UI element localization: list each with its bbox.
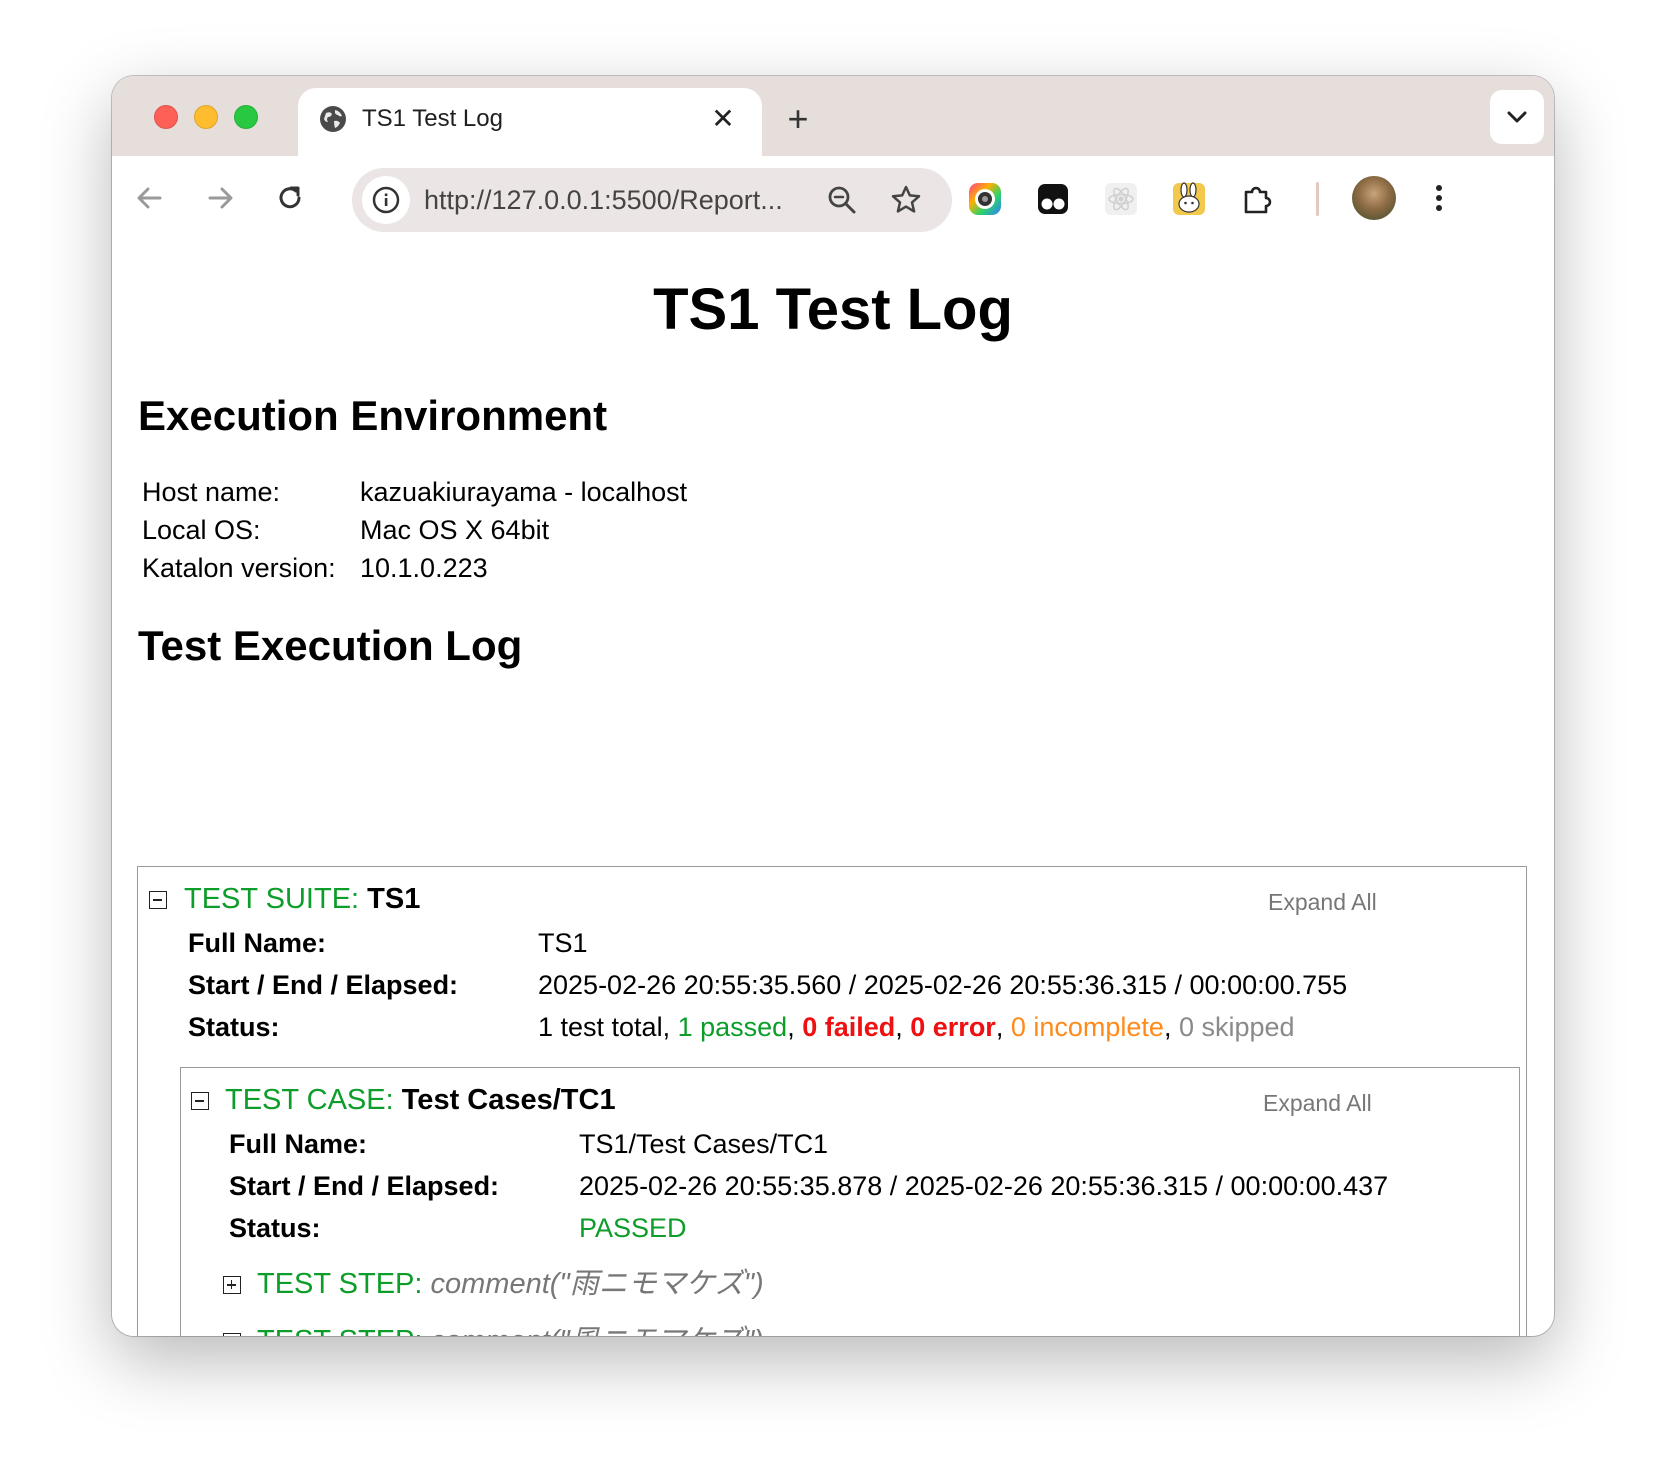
expand-step-icon[interactable]: [223, 1276, 241, 1294]
case-full-name-row: Full Name: TS1/Test Cases/TC1: [229, 1126, 828, 1162]
tab-search-button[interactable]: [1490, 90, 1544, 144]
env-row-host: Host name: kazuakiurayama - localhost: [142, 474, 687, 510]
new-tab-button[interactable]: +: [778, 100, 818, 140]
page-content: TS1 Test Log Execution Environment Host …: [112, 244, 1554, 1336]
log-heading: Test Execution Log: [138, 622, 523, 669]
forward-arrow-icon[interactable]: [200, 178, 240, 218]
zoom-window-button[interactable]: [234, 105, 258, 129]
step-kind: TEST STEP:: [257, 1325, 422, 1336]
field-label: Start / End / Elapsed:: [229, 1171, 500, 1201]
env-value: 10.1.0.223: [360, 553, 488, 583]
env-label: Host name:: [142, 477, 281, 507]
status-failed: 0 failed: [802, 1012, 896, 1042]
rabbit-extension-icon[interactable]: [1168, 178, 1210, 220]
test-step-row[interactable]: TEST STEP: comment("雨ニモマケズ"): [257, 1266, 764, 1302]
close-tab-icon[interactable]: ✕: [706, 102, 740, 136]
suite-name: TS1: [367, 883, 421, 915]
field-value: TS1: [538, 928, 588, 958]
minimize-window-button[interactable]: [194, 105, 218, 129]
tab-title: TS1 Test Log: [362, 105, 503, 132]
toolbar-divider: [1316, 182, 1319, 216]
site-info-button[interactable]: [362, 176, 410, 224]
back-arrow-icon[interactable]: [130, 178, 170, 218]
more-menu-icon[interactable]: [1424, 176, 1454, 220]
tampermonkey-extension-icon[interactable]: [1032, 178, 1074, 220]
suite-expand-all-link[interactable]: Expand All: [1268, 889, 1377, 916]
status-passed: 1 passed: [677, 1012, 788, 1042]
suite-status-row: Status: 1 test total, 1 passed, 0 failed,…: [188, 1009, 1295, 1045]
step-call: comment("雨ニモマケズ"): [430, 1268, 764, 1300]
reload-icon[interactable]: [270, 178, 310, 218]
suite-kind: TEST SUITE:: [184, 883, 360, 915]
case-header: TEST CASE: Test Cases/TC1: [225, 1082, 616, 1118]
env-row-version: Katalon version: 10.1.0.223: [142, 550, 488, 586]
extensions-puzzle-icon[interactable]: [1236, 178, 1278, 220]
status-total: 1 test total: [538, 1012, 663, 1042]
test-case-panel: TEST CASE: Test Cases/TC1 Expand All Ful…: [180, 1067, 1520, 1336]
page-title: TS1 Test Log: [653, 277, 1013, 342]
status-skipped: 0 skipped: [1178, 1012, 1295, 1042]
field-label: Status:: [229, 1213, 321, 1243]
env-value: kazuakiurayama - localhost: [360, 477, 688, 507]
field-label: Start / End / Elapsed:: [188, 970, 459, 1000]
chevron-down-icon: [1507, 111, 1527, 123]
globe-icon: [320, 106, 346, 132]
case-kind: TEST CASE:: [225, 1084, 394, 1116]
tab-active[interactable]: TS1 Test Log ✕: [298, 88, 762, 158]
field-value: TS1/Test Cases/TC1: [579, 1129, 829, 1159]
browser-toolbar: http://127.0.0.1:5500/Report...: [112, 156, 1554, 246]
test-suite-panel: TEST SUITE: TS1 Expand All Full Name: TS1…: [137, 866, 1527, 1336]
profile-avatar[interactable]: [1352, 176, 1396, 220]
suite-header: TEST SUITE: TS1: [184, 881, 420, 917]
case-status-value: PASSED: [579, 1213, 687, 1243]
collapse-suite-icon[interactable]: [149, 891, 167, 909]
expand-step-icon[interactable]: [223, 1333, 241, 1336]
info-icon: [372, 186, 400, 214]
close-window-button[interactable]: [154, 105, 178, 129]
collapse-case-icon[interactable]: [191, 1092, 209, 1110]
suite-full-name-row: Full Name: TS1: [188, 925, 588, 961]
test-step-row[interactable]: TEST STEP: comment("風ニモマケズ"): [257, 1323, 764, 1336]
react-devtools-extension-icon[interactable]: [1100, 178, 1142, 220]
field-value: 2025-02-26 20:55:35.878 / 2025-02-26 20:…: [579, 1171, 1389, 1201]
status-incomplete: 0 incomplete: [1010, 1012, 1164, 1042]
env-row-os: Local OS: Mac OS X 64bit: [142, 512, 549, 548]
env-label: Katalon version:: [142, 553, 336, 583]
browser-window: TS1 Test Log ✕ + http://127.0.0.1:5500/R…: [112, 76, 1554, 1336]
env-label: Local OS:: [142, 515, 261, 545]
environment-heading: Execution Environment: [138, 392, 608, 439]
tab-strip: TS1 Test Log ✕ +: [112, 76, 1554, 158]
suite-timing-row: Start / End / Elapsed: 2025-02-26 20:55:3…: [188, 967, 1347, 1003]
status-error: 0 error: [910, 1012, 996, 1042]
case-name: Test Cases/TC1: [401, 1084, 616, 1116]
field-label: Full Name:: [229, 1129, 368, 1159]
color-picker-extension-icon[interactable]: [964, 178, 1006, 220]
step-kind: TEST STEP:: [257, 1268, 423, 1300]
case-expand-all-link[interactable]: Expand All: [1263, 1090, 1372, 1117]
url-text[interactable]: http://127.0.0.1:5500/Report...: [424, 182, 783, 218]
bookmark-star-icon[interactable]: [888, 182, 924, 218]
case-timing-row: Start / End / Elapsed: 2025-02-26 20:55:3…: [229, 1168, 1388, 1204]
field-label: Full Name:: [188, 928, 327, 958]
step-call: comment("風ニモマケズ"): [431, 1325, 764, 1336]
case-status-row: Status: PASSED: [229, 1210, 687, 1246]
field-value: 2025-02-26 20:55:35.560 / 2025-02-26 20:…: [538, 970, 1348, 1000]
address-bar[interactable]: http://127.0.0.1:5500/Report...: [352, 168, 952, 232]
env-value: Mac OS X 64bit: [360, 515, 550, 545]
field-label: Status:: [188, 1012, 280, 1042]
zoom-icon[interactable]: [824, 182, 860, 218]
